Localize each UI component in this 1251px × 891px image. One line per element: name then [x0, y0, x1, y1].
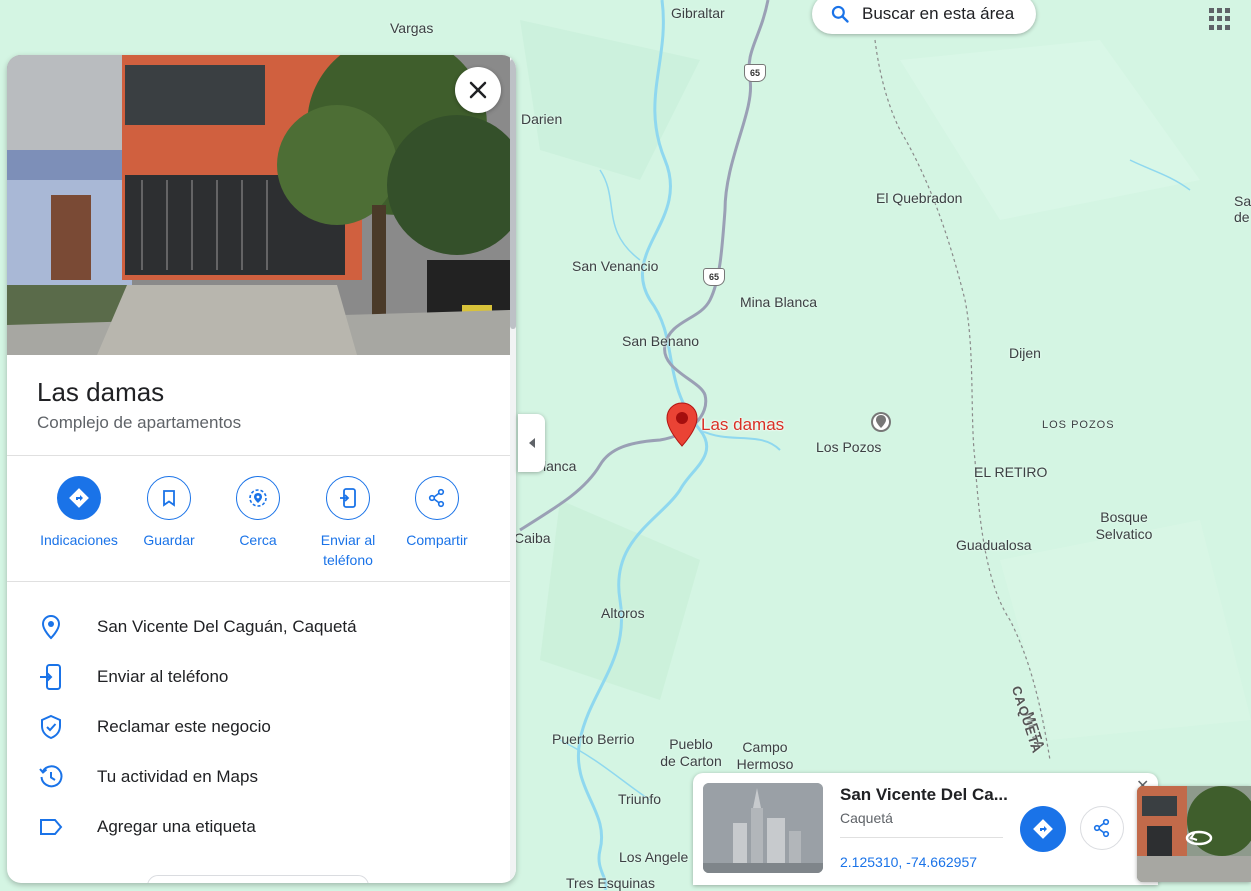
divider: [7, 581, 510, 582]
place-label: Bosque Selvatico: [1095, 509, 1153, 542]
place-label: Darien: [521, 111, 563, 127]
directions-icon: [1033, 819, 1053, 839]
card-share-button[interactable]: [1080, 806, 1124, 850]
place-label: San Venancio: [572, 258, 659, 274]
place-label: Pueblo de Carton: [660, 736, 722, 769]
place-title: Las damas: [37, 377, 165, 407]
street-view-thumbnail[interactable]: [1137, 786, 1251, 882]
maps-activity-text: Tu actividad en Maps: [97, 767, 258, 786]
place-label: San Benano: [622, 333, 700, 349]
place-label: Vargas: [390, 20, 434, 36]
action-label: Compartir: [406, 532, 468, 548]
claim-business-text: Reclamar este negocio: [97, 717, 271, 736]
collapse-panel-button[interactable]: [518, 414, 545, 472]
highway-shield: 65: [703, 268, 725, 286]
place-marker-icon[interactable]: [665, 402, 699, 453]
location-pin-icon: [41, 614, 61, 640]
location-card[interactable]: San Vicente Del Ca... Caquetá 2.125310, …: [693, 773, 1158, 885]
close-icon: [469, 81, 487, 99]
address-row[interactable]: San Vicente Del Caguán, Caquetá: [7, 602, 510, 652]
claim-business-row[interactable]: Reclamar este negocio: [7, 702, 510, 752]
city-thumbnail: [703, 783, 823, 873]
place-label: Mina Blanca: [740, 294, 818, 310]
coordinates-link[interactable]: 2.125310, -74.662957: [840, 854, 977, 870]
place-label: LOS POZOS: [1042, 419, 1115, 431]
action-label: Enviar al teléfono: [320, 532, 376, 568]
search-this-area-label: Buscar en esta área: [862, 4, 1015, 23]
place-label: Altoros: [601, 605, 645, 621]
share-button[interactable]: Compartir: [392, 476, 482, 550]
panel-scrollbar-thumb[interactable]: [510, 59, 516, 329]
place-label: Sa de: [1234, 193, 1251, 225]
place-photo[interactable]: [7, 55, 510, 355]
place-label: Dijen: [1009, 345, 1041, 361]
add-label-row[interactable]: Agregar una etiqueta: [7, 802, 510, 852]
place-label: Gibraltar: [671, 5, 725, 21]
apps-grid-icon[interactable]: [1209, 8, 1231, 30]
highway-shield: 65: [744, 64, 766, 82]
nearby-icon: [249, 489, 267, 507]
share-icon: [1093, 818, 1110, 838]
directions-icon: [69, 488, 89, 508]
add-label-text: Agregar una etiqueta: [97, 817, 256, 836]
place-label: Triunfo: [618, 791, 662, 807]
place-label: Caiba: [514, 530, 551, 546]
place-label: EL RETIRO: [974, 464, 1048, 480]
marker-label[interactable]: Las damas: [701, 415, 784, 435]
close-button[interactable]: [455, 67, 501, 113]
divider: [7, 455, 510, 456]
nearby-button[interactable]: Cerca: [213, 476, 303, 550]
location-card-title: San Vicente Del Ca...: [840, 785, 1008, 804]
location-card-subtitle: Caquetá: [840, 810, 893, 826]
history-icon: [39, 765, 63, 788]
panel-bottom-chip[interactable]: [147, 875, 369, 883]
place-label: Tres Esquinas: [566, 875, 655, 891]
place-label: Puerto Berrio: [552, 731, 635, 747]
place-label: lanca: [543, 458, 577, 474]
save-button[interactable]: Guardar: [124, 476, 214, 550]
search-icon: [831, 5, 849, 23]
send-to-phone-text: Enviar al teléfono: [97, 667, 229, 686]
send-to-phone-icon: [40, 664, 61, 690]
place-label: El Quebradon: [876, 190, 963, 206]
label-icon: [40, 819, 63, 835]
chevron-left-icon: [528, 438, 535, 448]
share-icon: [428, 488, 445, 508]
send-to-phone-row[interactable]: Enviar al teléfono: [7, 652, 510, 702]
verified-shield-icon: [41, 714, 61, 740]
place-label: Los Pozos: [816, 439, 882, 455]
send-to-phone-icon: [340, 488, 356, 508]
directions-button[interactable]: Indicaciones: [34, 476, 124, 550]
action-label: Cerca: [239, 532, 277, 548]
search-this-area-button[interactable]: Buscar en esta área: [812, 0, 1036, 34]
action-label: Guardar: [143, 532, 195, 548]
card-directions-button[interactable]: [1020, 806, 1066, 852]
action-label: Indicaciones: [40, 532, 118, 548]
bookmark-icon: [163, 490, 175, 507]
divider: [840, 837, 1003, 838]
place-label: Guadualosa: [956, 537, 1032, 553]
place-label: Campo Hermoso: [736, 739, 794, 772]
address-text: San Vicente Del Caguán, Caquetá: [97, 617, 357, 636]
place-label: Los Angele: [619, 849, 689, 865]
place-panel: Las damas Complejo de apartamentos Indic…: [7, 55, 516, 883]
maps-activity-row[interactable]: Tu actividad en Maps: [7, 752, 510, 802]
send-to-phone-button[interactable]: Enviar al teléfono: [303, 476, 393, 570]
place-category[interactable]: Complejo de apartamentos: [37, 413, 241, 433]
